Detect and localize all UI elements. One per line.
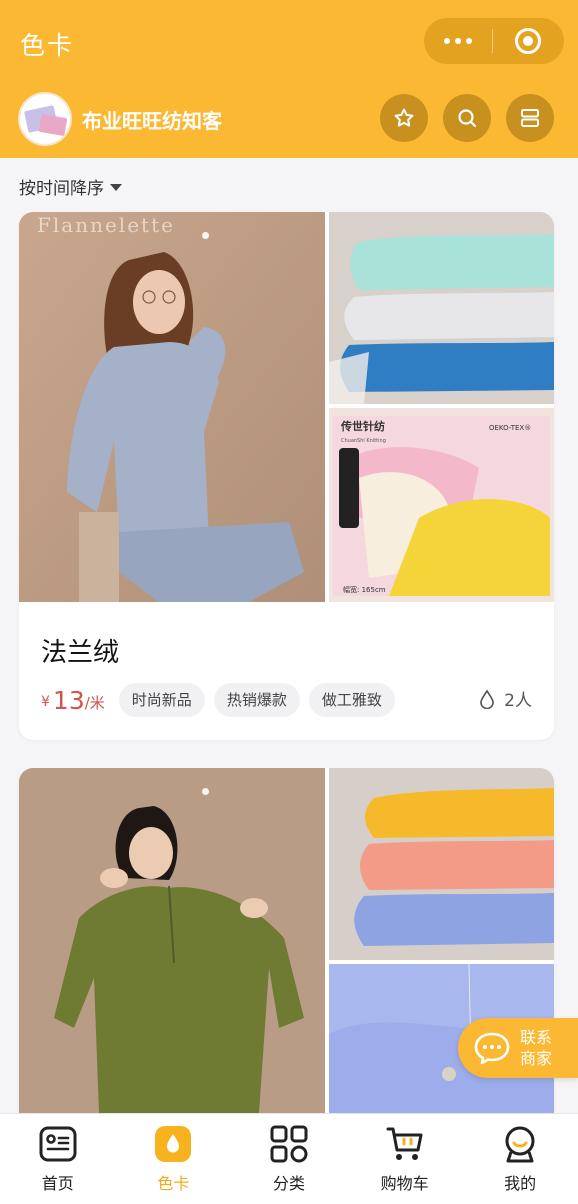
tab-label: 我的	[504, 1174, 537, 1193]
caret-down-icon	[110, 184, 122, 191]
top-header: 色卡 布业旺旺纺知客	[0, 0, 578, 158]
product-tag: 时尚新品	[118, 683, 205, 717]
target-icon[interactable]	[493, 18, 563, 64]
drop-icon	[480, 689, 494, 709]
grid-icon	[270, 1125, 308, 1163]
tab-cart[interactable]: 购物车	[347, 1114, 463, 1204]
price-value: 13	[52, 685, 85, 715]
tab-label: 购物车	[380, 1174, 429, 1193]
fabric-swatch-photo	[329, 212, 554, 404]
tab-home[interactable]: 首页	[0, 1114, 116, 1204]
shop-avatar[interactable]	[18, 92, 72, 146]
layout-icon	[521, 109, 539, 127]
product-photo-main	[19, 768, 325, 1158]
tab-label: 色卡	[157, 1174, 190, 1193]
coral-fleece-photo: 传世针纺 ChuanShi Knitting OEKO-TEX® 幅宽: 165…	[329, 408, 554, 602]
search-button[interactable]	[443, 94, 491, 142]
search-icon	[458, 109, 477, 128]
tab-category[interactable]: 分类	[231, 1114, 347, 1204]
product-tag: 做工雅致	[308, 683, 395, 717]
brand-sub-text: ChuanShi Knitting	[341, 438, 386, 444]
product-name: 法兰绒	[41, 638, 120, 668]
contact-label: 联系商家	[520, 1028, 553, 1068]
cert-text: OEKO-TEX®	[489, 424, 531, 432]
product-photo-main: Flannelette	[19, 212, 325, 602]
tab-profile[interactable]: 我的	[462, 1114, 578, 1204]
photo-banner-text: Flannelette	[37, 213, 175, 237]
layout-toggle-button[interactable]	[506, 94, 554, 142]
chat-icon	[474, 1032, 510, 1065]
favorite-button[interactable]	[380, 94, 428, 142]
product-tag: 热销爆款	[213, 683, 300, 717]
contact-merchant-button[interactable]: 联系商家	[458, 1018, 578, 1078]
mini-program-capsule	[424, 18, 564, 64]
sort-label: 按时间降序	[19, 179, 104, 199]
sort-dropdown[interactable]: 按时间降序	[19, 174, 122, 199]
page-title: 色卡	[20, 31, 75, 60]
user-icon	[505, 1126, 535, 1163]
home-icon	[39, 1126, 77, 1162]
product-card[interactable]: Flannelette 传世针纺 ChuanShi Knitting OEKO-…	[19, 212, 554, 740]
price-tags-row: ¥ 13 /米 时尚新品 热销爆款 做工雅致	[41, 682, 404, 718]
tab-label: 分类	[272, 1174, 305, 1193]
drop-icon	[155, 1126, 192, 1162]
price-unit: /米	[84, 693, 105, 712]
product-card[interactable]	[19, 768, 554, 1168]
bottom-tabbar: 首页 色卡 分类 购物车 我的	[0, 1113, 578, 1204]
brand-text: 传世针纺	[340, 419, 385, 433]
tab-label: 首页	[41, 1174, 74, 1193]
fabric-swatch-photo	[329, 768, 554, 960]
likes-counter: 2人	[478, 686, 532, 711]
cart-icon	[386, 1127, 423, 1160]
likes-count: 2人	[504, 691, 532, 711]
carousel-dot	[202, 788, 209, 795]
tab-color-card[interactable]: 色卡	[116, 1114, 232, 1204]
more-dots-icon[interactable]	[424, 18, 492, 64]
star-icon	[394, 108, 414, 127]
price-currency: ¥	[41, 694, 50, 710]
shop-name[interactable]: 布业旺旺纺知客	[82, 105, 222, 134]
width-text: 幅宽: 165cm	[343, 585, 386, 594]
carousel-dot	[202, 232, 209, 239]
